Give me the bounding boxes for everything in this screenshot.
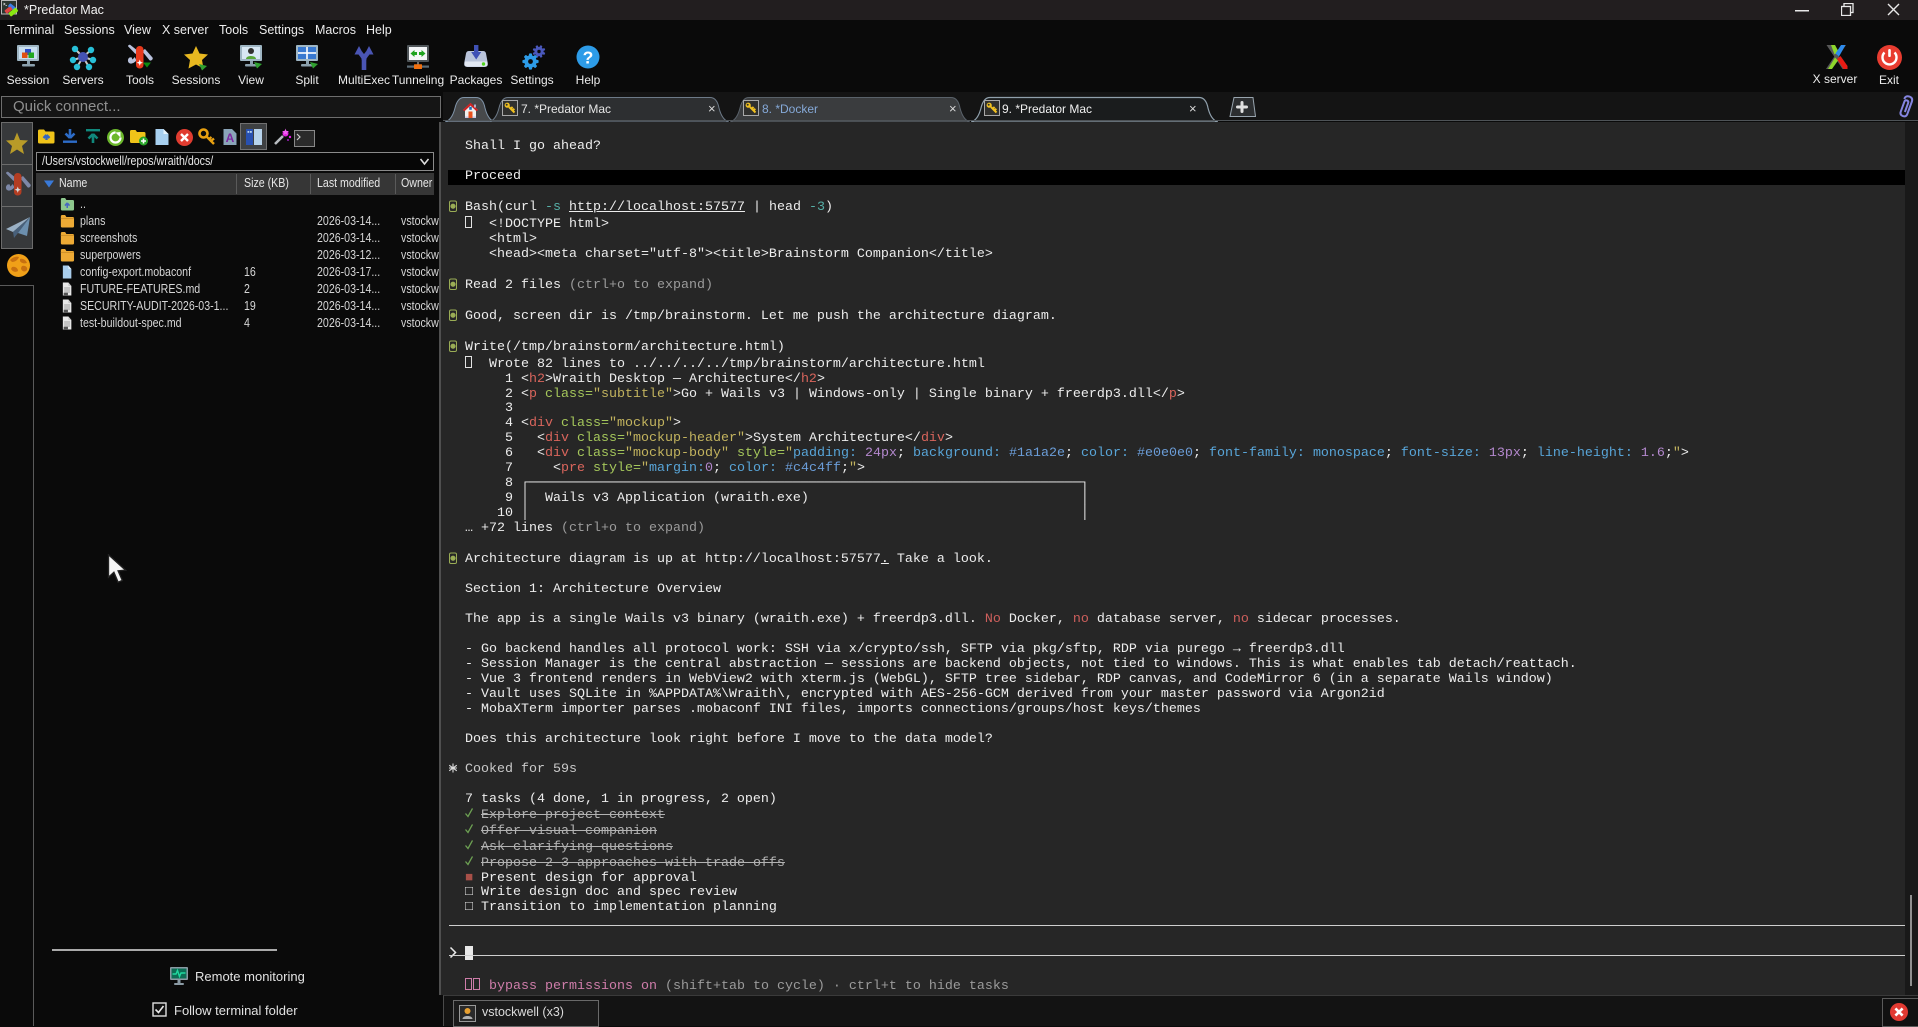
svg-text:?: ?: [583, 48, 594, 68]
svg-text:A: A: [226, 131, 235, 145]
